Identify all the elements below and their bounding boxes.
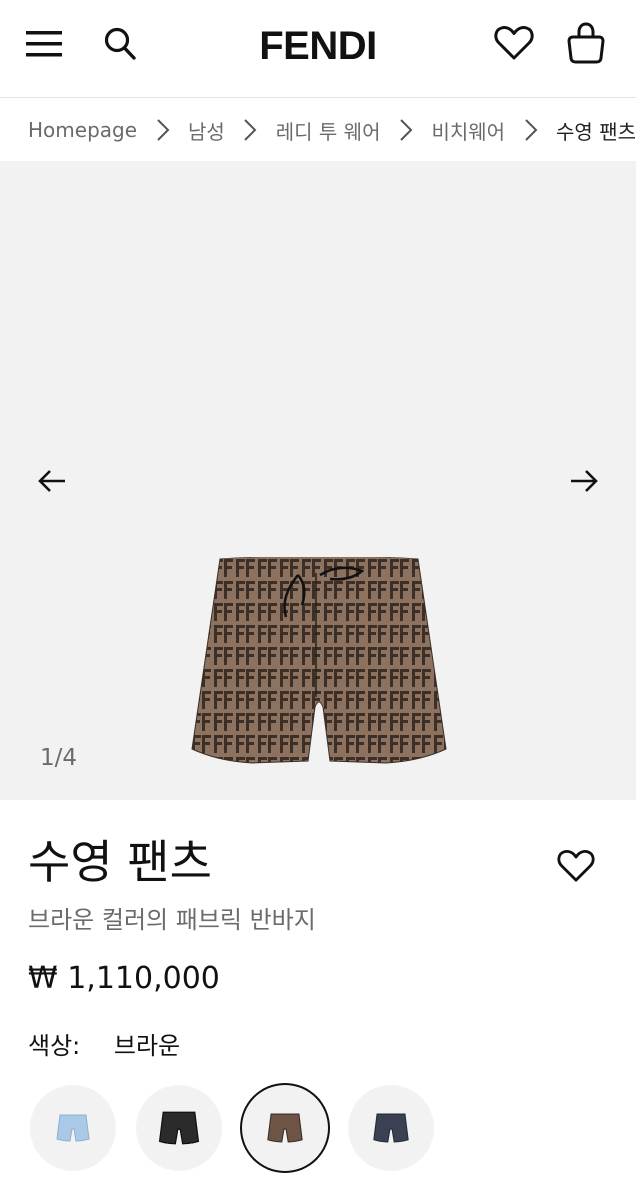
site-header: FENDI: [0, 0, 636, 98]
arrow-left-icon: [38, 470, 65, 492]
product-image-swim-shorts: [191, 557, 447, 764]
product-title: 수영 팬츠: [28, 835, 212, 889]
gallery-counter: 1/4: [40, 745, 78, 771]
color-selector-label: 색상: 브라운: [28, 1028, 180, 1064]
swatch-shorts-image: [267, 1113, 303, 1143]
gallery-next-button[interactable]: [560, 461, 608, 501]
color-swatch-light-blue[interactable]: [30, 1085, 116, 1171]
search-icon: [104, 27, 136, 60]
breadcrumb-item-ready-to-wear[interactable]: 레디 투 웨어: [276, 116, 381, 145]
heart-icon: [494, 26, 534, 60]
chevron-right-icon: [225, 115, 276, 145]
arrow-right-icon: [571, 470, 598, 492]
chevron-right-icon: [505, 115, 556, 145]
product-subtitle: 브라운 컬러의 패브릭 반바지: [28, 906, 316, 934]
breadcrumb-item-men[interactable]: 남성: [188, 116, 225, 145]
swatch-shorts-image: [373, 1113, 409, 1143]
breadcrumb-item-beachwear[interactable]: 비치웨어: [431, 116, 505, 145]
breadcrumb-item-homepage[interactable]: Homepage: [28, 118, 137, 142]
chevron-right-icon: [137, 115, 188, 145]
heart-icon: [557, 850, 595, 882]
gallery-prev-button[interactable]: [28, 461, 76, 501]
add-to-wishlist-button[interactable]: [552, 844, 600, 888]
shopping-bag-icon: [567, 22, 605, 64]
breadcrumb-item-current: 수영 팬츠: [556, 119, 636, 144]
fendi-logo[interactable]: FENDI: [218, 20, 418, 72]
swatch-shorts-image: [56, 1114, 90, 1142]
color-swatch-navy[interactable]: [348, 1085, 434, 1171]
product-gallery[interactable]: 1/4: [0, 161, 636, 800]
color-swatch-black[interactable]: [136, 1085, 222, 1171]
swatch-shorts-image: [158, 1111, 200, 1145]
color-swatch-brown[interactable]: [242, 1085, 328, 1171]
chevron-right-icon: [380, 115, 431, 145]
product-price: ₩ 1,110,000: [28, 961, 220, 996]
color-label: 색상:: [28, 1032, 81, 1060]
menu-button[interactable]: [22, 22, 66, 66]
color-value: 브라운: [113, 1032, 181, 1060]
menu-icon: [26, 31, 62, 57]
shopping-bag-button[interactable]: [562, 18, 610, 68]
wishlist-button[interactable]: [490, 18, 538, 68]
search-button[interactable]: [98, 20, 142, 68]
product-info: 수영 팬츠 브라운 컬러의 패브릭 반바지 ₩ 1,110,000 색상: 브라…: [0, 800, 636, 1200]
breadcrumb: Homepage 남성 레디 투 웨어 비치웨어 수영 팬츠: [0, 99, 636, 161]
